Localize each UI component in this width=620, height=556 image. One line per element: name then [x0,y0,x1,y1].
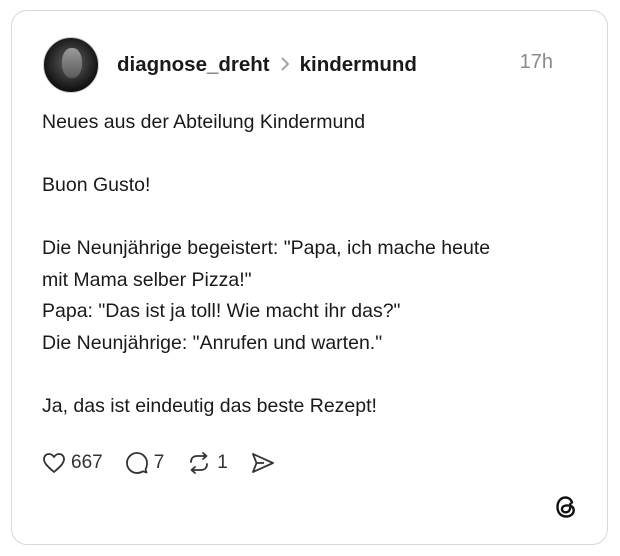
avatar[interactable] [43,37,99,93]
post-header: diagnose_dreht kindermund [117,51,417,79]
post-line: Die Neunjährige begeistert: "Papa, ich m… [42,237,491,259]
reply-button[interactable]: 7 [125,451,165,475]
like-count: 667 [71,452,103,473]
heart-icon [43,453,65,473]
post-line: mit Mama selber Pizza!" [42,268,252,291]
post-time: 17h [519,51,553,73]
repost-count: 1 [217,452,228,473]
post-card: diagnose_dreht kindermund 17h Neues aus … [11,10,608,545]
chevron-right-icon [280,55,290,76]
action-bar: 667 7 1 [42,451,303,475]
comment-bubble-icon [125,452,148,474]
post-line: Ja, das ist eindeutig das beste Rezept! [42,394,377,417]
post-line: Die Neunjährige: "Anrufen und warten." [42,331,383,354]
like-button[interactable]: 667 [42,452,103,474]
post-line: Buon Gusto! [42,174,151,196]
reply-count: 7 [153,452,165,473]
repost-button[interactable]: 1 [186,451,228,475]
post-body: Neues aus der Abteilung Kindermund Buon … [42,107,582,422]
repost-icon [190,452,209,474]
threads-logo-icon[interactable] [553,494,579,520]
post-line: Papa: "Das ist ja toll! Wie macht ihr da… [42,300,401,322]
post-line: Neues aus der Abteilung Kindermund [42,111,366,133]
share-button[interactable] [250,452,281,474]
username[interactable]: diagnose_dreht [117,53,270,77]
avatar-face [62,48,82,78]
community-name[interactable]: kindermund [300,53,417,77]
share-send-icon [251,453,274,473]
